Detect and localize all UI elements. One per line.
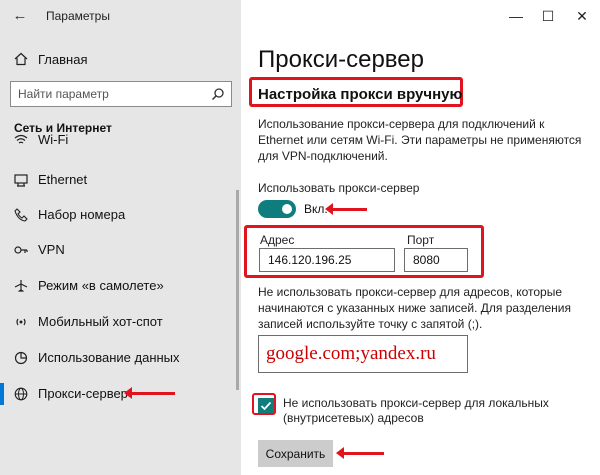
use-proxy-label: Использовать прокси-сервер [258,181,420,195]
wifi-icon [14,133,28,147]
home-icon [14,52,28,66]
sidebar-item-data-usage[interactable]: Использование данных [0,341,238,375]
hotspot-icon [14,315,28,329]
sidebar-item-ethernet[interactable]: Ethernet [0,163,238,197]
sidebar-item-airplane[interactable]: Режим «в самолете» [0,269,238,303]
highlight-arrow [124,387,175,399]
airplane-icon [14,279,28,293]
sidebar-item-label: VPN [38,242,65,257]
exceptions-value: google.com;yandex.ru [266,343,436,364]
sidebar-item-hotspot[interactable]: Мобильный хот-спот [0,305,238,339]
sidebar-home-label: Главная [38,52,88,67]
sidebar-item-label: Ethernet [38,172,88,187]
titlebar-right: — ☐ ✕ [241,0,600,32]
globe-icon [14,387,28,401]
exceptions-description: Не использовать прокси-сервер для адресо… [258,285,571,331]
search-icon [211,87,225,101]
ethernet-icon [14,173,28,187]
sidebar-item-home[interactable]: Главная [0,44,241,74]
active-indicator [0,383,4,405]
sidebar-item-dialup[interactable]: Набор номера [0,198,238,232]
page-title: Прокси-сервер [258,46,424,73]
vpn-icon [14,243,28,257]
maximize-button[interactable]: ☐ [536,4,560,28]
back-button[interactable]: ← [10,6,30,26]
sidebar-item-vpn[interactable]: VPN [0,233,238,267]
highlight-arrow [325,203,367,215]
toggle-knob [282,204,292,214]
sidebar-item-label: Wi-Fi [38,132,69,147]
sidebar-item-label: Мобильный хот-спот [38,314,163,329]
proxy-description: Использование прокси-сервера для подключ… [258,117,582,163]
titlebar-left: ← Параметры [0,0,241,32]
local-bypass-label: Не использовать прокси-сервер для локаль… [283,396,549,425]
search-placeholder: Найти параметр [18,87,109,101]
sidebar: ← Параметры Главная Найти параметр Сеть … [0,0,241,475]
highlight-arrow [336,447,384,459]
port-label: Порт [407,233,435,247]
search-input[interactable]: Найти параметр [10,81,232,107]
dialup-icon [14,208,28,222]
app-title: Параметры [46,9,110,23]
port-input[interactable] [404,248,468,272]
sidebar-item-wifi[interactable]: Wi-Fi [0,131,238,151]
exceptions-input[interactable]: google.com;yandex.ru [258,335,468,373]
data-usage-icon [14,351,28,365]
sidebar-item-label: Прокси-сервер [38,386,128,401]
section-heading: Настройка прокси вручную [258,86,463,103]
sidebar-scrollbar[interactable] [236,190,239,390]
minimize-button[interactable]: — [504,4,528,28]
sidebar-item-proxy[interactable]: Прокси-сервер [0,377,238,411]
address-label: Адрес [260,233,295,247]
use-proxy-toggle[interactable] [258,200,296,218]
close-button[interactable]: ✕ [570,4,594,28]
sidebar-item-label: Набор номера [38,207,126,222]
address-input[interactable] [259,248,395,272]
sidebar-item-label: Использование данных [38,350,180,365]
save-button[interactable]: Сохранить [258,440,333,467]
highlight-box [252,393,276,415]
sidebar-item-label: Режим «в самолете» [38,278,164,293]
